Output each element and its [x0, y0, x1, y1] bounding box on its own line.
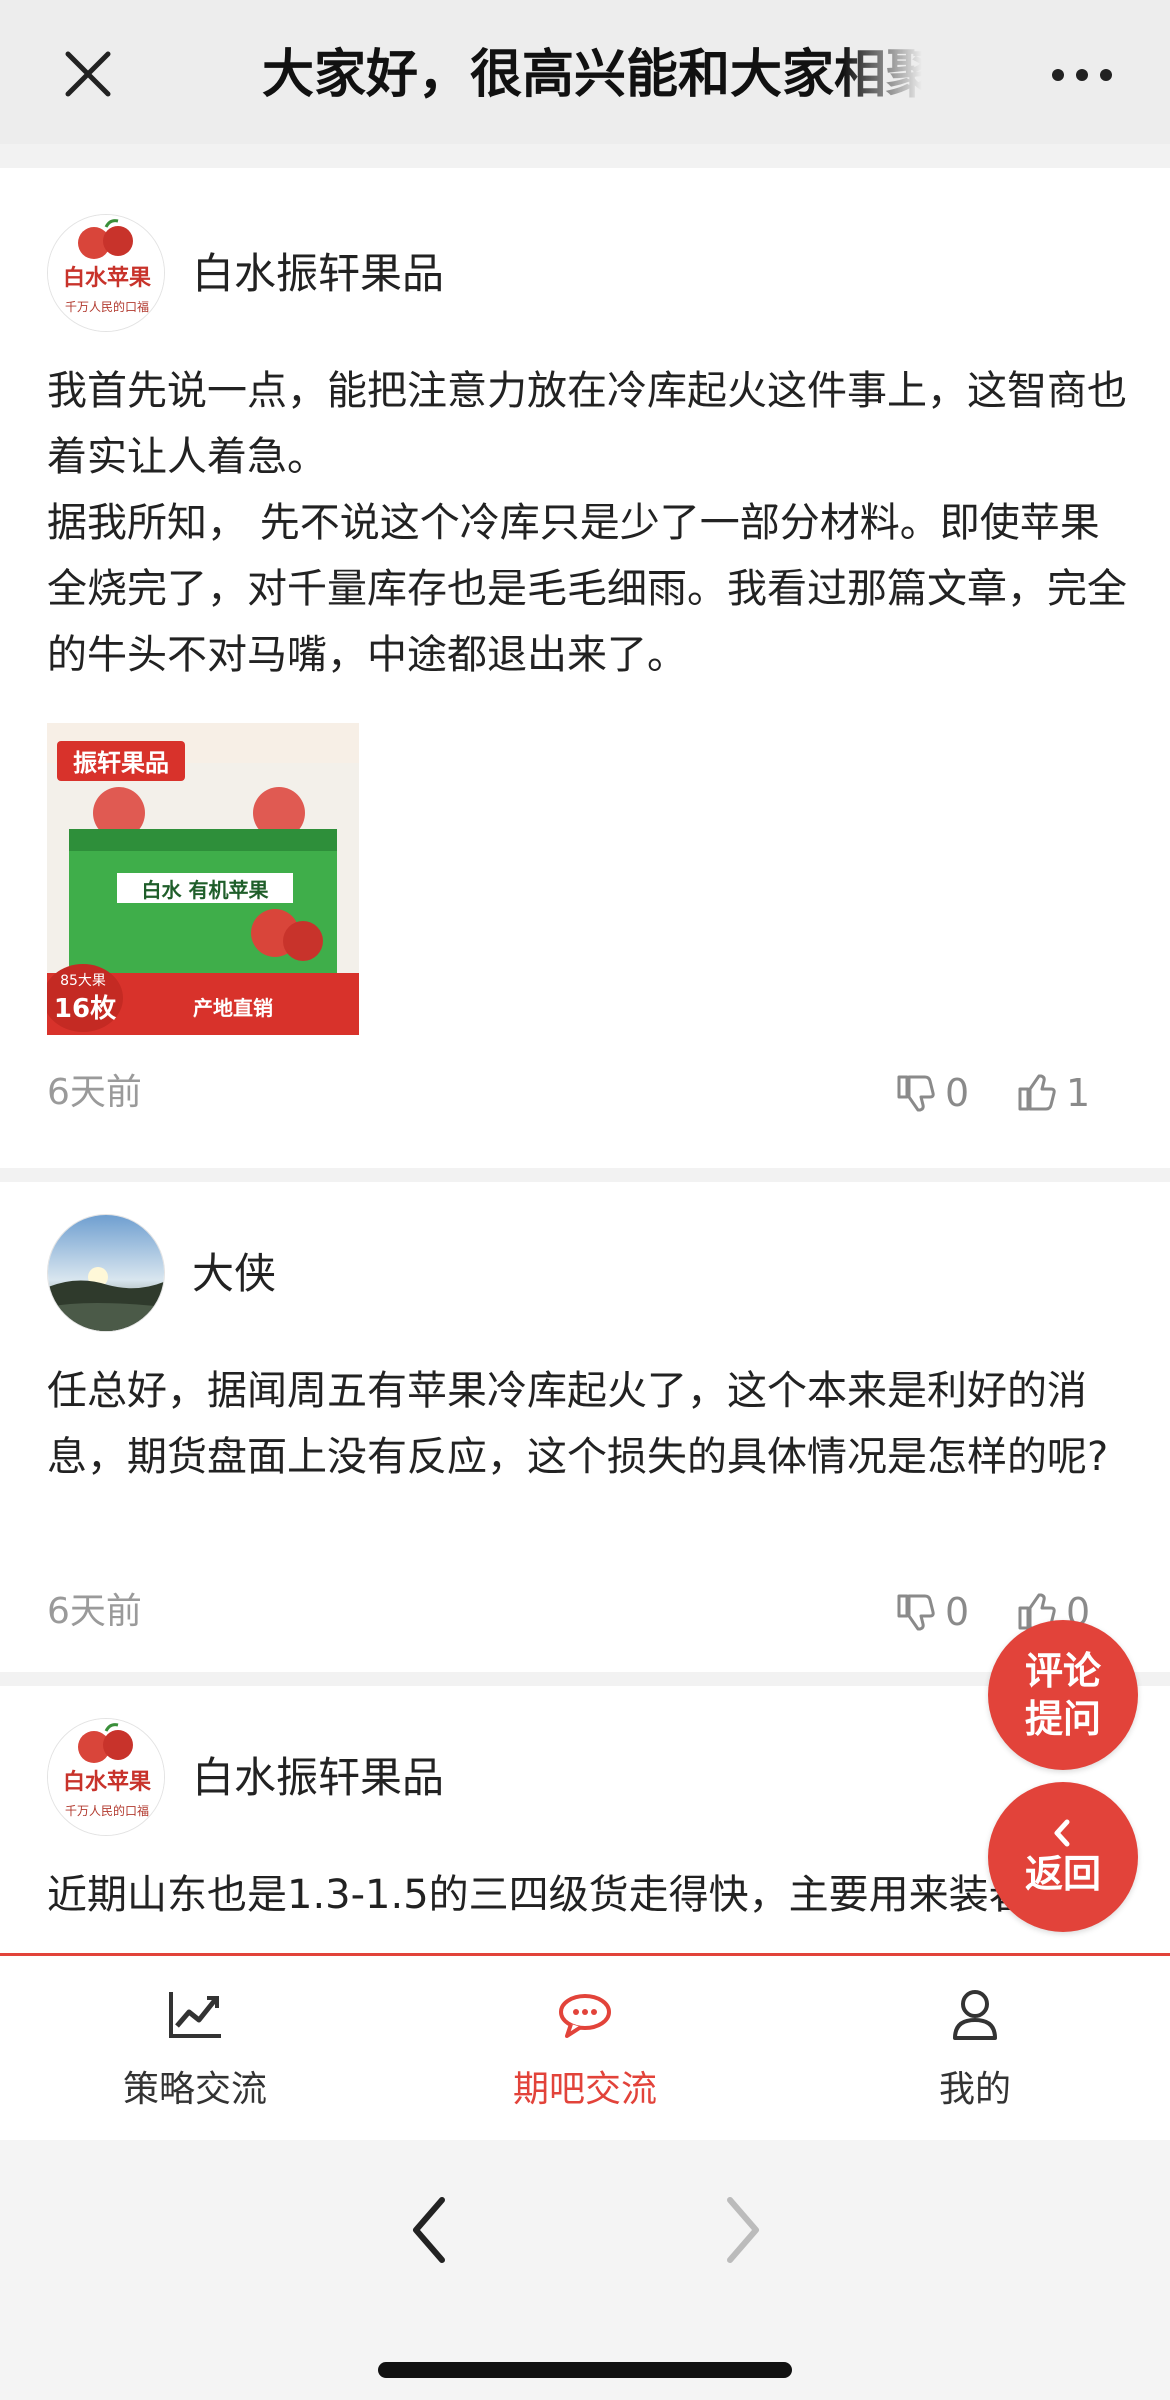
back-label: 返回: [1024, 1852, 1101, 1896]
chart-line-icon: [169, 1992, 221, 2038]
image-slogan: 产地直销: [193, 996, 273, 1020]
comment-ask-button[interactable]: 评论 提问: [988, 1620, 1138, 1770]
like-count: 1: [1066, 1071, 1091, 1115]
comment-text: 近期山东也是1.3-1.5的三四级货走得快，主要用来装春: [47, 1862, 1127, 1928]
ask-label: 提问: [1024, 1697, 1101, 1741]
dislike-button[interactable]: 0: [893, 1587, 969, 1637]
user-icon: [953, 1990, 997, 2040]
dislike-count: 0: [945, 1590, 970, 1634]
chevron-left-icon[interactable]: [400, 2190, 460, 2270]
image-brand: 振轩果品: [73, 748, 169, 777]
top-nav-bar: 大家好，很高兴能和大家相聚: [0, 0, 1170, 144]
comment-text: 任总好，据闻周五有苹果冷库起火了，这个本来是利好的消息，期货盘面上没有反应，这个…: [47, 1358, 1127, 1490]
avatar-text: 白水苹果: [63, 1769, 151, 1795]
comment-paragraph: 我首先说一点，能把注意力放在冷库起火这件事上，这智商也着实让人着急。: [47, 368, 1127, 480]
tab-label: 策略交流: [122, 2069, 267, 2110]
thumbs-down-icon: [897, 1075, 935, 1112]
home-indicator[interactable]: [378, 2362, 792, 2378]
comment-card: 白水苹果 千万人民的口福 白水振轩果品 我首先说一点，能把注意力放在冷库起火这件…: [0, 168, 1170, 1168]
like-button[interactable]: 1: [1014, 1068, 1090, 1118]
comment-label: 评论: [1024, 1649, 1101, 1693]
comment-card: 大侠 任总好，据闻周五有苹果冷库起火了，这个本来是利好的消息，期货盘面上没有反应…: [0, 1182, 1170, 1672]
more-icon[interactable]: [1050, 55, 1114, 95]
avatar-text: 白水苹果: [63, 265, 151, 291]
chevron-right-icon[interactable]: [712, 2190, 772, 2270]
avatar-subtext: 千万人民的口福: [65, 299, 149, 314]
image-product: 白水 有机苹果: [142, 878, 269, 902]
thumbs-down-icon: [897, 1594, 935, 1631]
avatar[interactable]: 白水苹果 千万人民的口福: [47, 1718, 165, 1836]
browser-toolbar: [0, 2140, 1170, 2400]
timestamp: 6天前: [47, 1591, 142, 1632]
comment-paragraph: 据我所知， 先不说这个冷库只是少了一部分材料。即使苹果全烧完了，对千量库存也是毛…: [47, 500, 1127, 678]
username[interactable]: 大侠: [192, 1246, 276, 1302]
chevron-left-icon: [1054, 1819, 1070, 1847]
tab-forum[interactable]: 期吧交流: [390, 1956, 780, 2143]
image-size: 85大果: [60, 973, 106, 989]
comment-text: 我首先说一点，能把注意力放在冷库起火这件事上，这智商也着实让人着急。 据我所知，…: [47, 358, 1127, 688]
image-count: 16枚: [54, 994, 116, 1024]
avatar[interactable]: [47, 1214, 165, 1332]
attached-image[interactable]: 振轩果品 白水 有机苹果 85大果 16枚 产地直销: [47, 723, 359, 1035]
thumbs-up-icon: [1018, 1074, 1056, 1111]
back-button[interactable]: 返回: [988, 1782, 1138, 1932]
comment-paragraph: 任总好，据闻周五有苹果冷库起火了，这个本来是利好的消息，期货盘面上没有反应，这个…: [47, 1368, 1109, 1480]
username[interactable]: 白水振轩果品: [192, 246, 444, 302]
tab-label: 期吧交流: [512, 2069, 657, 2110]
tab-strategy[interactable]: 策略交流: [0, 1956, 390, 2143]
dislike-button[interactable]: 0: [893, 1068, 969, 1118]
page-title: 大家好，很高兴能和大家相聚: [262, 45, 922, 105]
dislike-count: 0: [945, 1071, 970, 1115]
avatar-subtext: 千万人民的口福: [65, 1803, 149, 1818]
tab-profile[interactable]: 我的: [780, 1956, 1170, 2143]
tab-label: 我的: [938, 2069, 1011, 2110]
comment-paragraph: 近期山东也是1.3-1.5的三四级货走得快，主要用来装春: [47, 1872, 1029, 1918]
username[interactable]: 白水振轩果品: [192, 1750, 444, 1806]
bottom-tab-bar: 策略交流 期吧交流 我的: [0, 1953, 1170, 2140]
chat-bubble-icon: [559, 1994, 611, 2038]
close-icon[interactable]: [58, 44, 118, 104]
timestamp: 6天前: [47, 1072, 142, 1113]
avatar[interactable]: 白水苹果 千万人民的口福: [47, 214, 165, 332]
